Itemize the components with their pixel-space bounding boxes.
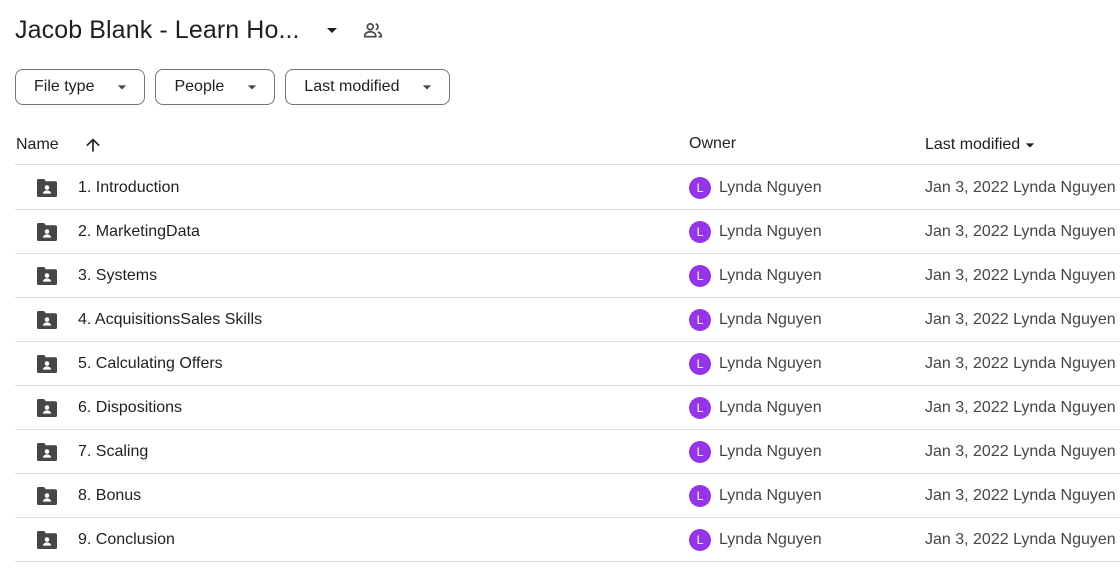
- shared-folder-icon: [35, 530, 59, 550]
- arrow-drop-down-icon: [417, 77, 437, 97]
- last-modified-value: Jan 3, 2022 Lynda Nguyen: [925, 531, 1116, 548]
- last-modified-value: Jan 3, 2022 Lynda Nguyen: [925, 399, 1116, 416]
- file-name[interactable]: 5. Calculating Offers: [78, 355, 223, 373]
- last-modified-column-header[interactable]: Last modified: [925, 135, 1040, 155]
- file-name[interactable]: 4. AcquisitionsSales Skills: [78, 311, 262, 329]
- shared-folder-icon: [35, 266, 59, 286]
- last-modified-value: Jan 3, 2022 Lynda Nguyen: [925, 311, 1116, 328]
- arrow-drop-down-icon[interactable]: [320, 18, 344, 42]
- owner-column-header: Owner: [689, 135, 737, 152]
- arrow-drop-down-icon: [1020, 135, 1040, 155]
- folder-title[interactable]: Jacob Blank - Learn Ho...: [15, 16, 300, 45]
- file-name[interactable]: 8. Bonus: [78, 487, 141, 505]
- file-list: 1. Introduction L Lynda Nguyen Jan 3, 2022 …: [15, 166, 1120, 562]
- owner-name: Lynda Nguyen: [719, 311, 822, 328]
- shared-folder-icon: [35, 486, 59, 506]
- last-modified-value: Jan 3, 2022 Lynda Nguyen: [925, 355, 1116, 372]
- avatar: L: [689, 177, 711, 199]
- file-name[interactable]: 3. Systems: [78, 267, 157, 285]
- owner-name: Lynda Nguyen: [719, 267, 822, 284]
- avatar: L: [689, 309, 711, 331]
- file-type-filter[interactable]: File type: [15, 69, 146, 105]
- last-modified-value: Jan 3, 2022 Lynda Nguyen: [925, 223, 1116, 240]
- name-column-label: Name: [16, 136, 59, 153]
- owner-name: Lynda Nguyen: [719, 487, 822, 504]
- owner-name: Lynda Nguyen: [719, 399, 822, 416]
- last-modified-column-label: Last modified: [925, 136, 1021, 153]
- file-name[interactable]: 2. MarketingData: [78, 223, 200, 241]
- avatar: L: [689, 485, 711, 507]
- table-row[interactable]: 7. Scaling L Lynda Nguyen Jan 3, 2022 Lynda…: [15, 430, 1120, 474]
- file-name[interactable]: 7. Scaling: [78, 443, 148, 461]
- people-filter[interactable]: People: [155, 69, 276, 105]
- avatar: L: [689, 397, 711, 419]
- table-row[interactable]: 4. AcquisitionsSales Skills L Lynda Nguyen…: [15, 298, 1120, 342]
- owner-name: Lynda Nguyen: [719, 223, 822, 240]
- arrow-drop-down-icon: [112, 77, 132, 97]
- avatar: L: [689, 221, 711, 243]
- last-modified-value: Jan 3, 2022 Lynda Nguyen: [925, 179, 1116, 196]
- column-header-row: Name Owner Last modified: [15, 124, 1120, 165]
- owner-name: Lynda Nguyen: [719, 443, 822, 460]
- avatar: L: [689, 265, 711, 287]
- name-column-header[interactable]: Name: [16, 135, 103, 155]
- file-name[interactable]: 9. Conclusion: [78, 531, 175, 549]
- last-modified-filter-label: Last modified: [304, 78, 400, 95]
- file-name[interactable]: 1. Introduction: [78, 179, 179, 197]
- table-row[interactable]: 3. Systems L Lynda Nguyen Jan 3, 2022 Lynda…: [15, 254, 1120, 298]
- file-type-filter-label: File type: [34, 78, 95, 95]
- owner-name: Lynda Nguyen: [719, 355, 822, 372]
- avatar: L: [689, 529, 711, 551]
- owner-name: Lynda Nguyen: [719, 531, 822, 548]
- people-filter-label: People: [174, 78, 225, 95]
- table-row[interactable]: 9. Conclusion L Lynda Nguyen Jan 3, 2022 Ly…: [15, 518, 1120, 562]
- table-row[interactable]: 6. Dispositions L Lynda Nguyen Jan 3, 2022 …: [15, 386, 1120, 430]
- shared-folder-icon: [35, 310, 59, 330]
- owner-name: Lynda Nguyen: [719, 179, 822, 196]
- shared-folder-icon: [35, 354, 59, 374]
- arrow-drop-down-icon: [242, 77, 262, 97]
- table-row[interactable]: 1. Introduction L Lynda Nguyen Jan 3, 2022 …: [15, 166, 1120, 210]
- shared-folder-icon: [35, 222, 59, 242]
- people-outline-icon[interactable]: [361, 18, 385, 42]
- shared-folder-icon: [35, 178, 59, 198]
- file-name[interactable]: 6. Dispositions: [78, 399, 182, 417]
- last-modified-value: Jan 3, 2022 Lynda Nguyen: [925, 487, 1116, 504]
- filter-chips: File type People Last modified: [15, 69, 451, 105]
- avatar: L: [689, 353, 711, 375]
- last-modified-value: Jan 3, 2022 Lynda Nguyen: [925, 267, 1116, 284]
- shared-folder-icon: [35, 442, 59, 462]
- last-modified-filter[interactable]: Last modified: [285, 69, 451, 105]
- header: Jacob Blank - Learn Ho...: [15, 10, 385, 50]
- table-row[interactable]: 2. MarketingData L Lynda Nguyen Jan 3, 2022…: [15, 210, 1120, 254]
- table-row[interactable]: 8. Bonus L Lynda Nguyen Jan 3, 2022 Lynda N…: [15, 474, 1120, 518]
- avatar: L: [689, 441, 711, 463]
- arrow-upward-icon[interactable]: [83, 135, 103, 155]
- table-row[interactable]: 5. Calculating Offers L Lynda Nguyen Jan 3,…: [15, 342, 1120, 386]
- shared-folder-icon: [35, 398, 59, 418]
- last-modified-value: Jan 3, 2022 Lynda Nguyen: [925, 443, 1116, 460]
